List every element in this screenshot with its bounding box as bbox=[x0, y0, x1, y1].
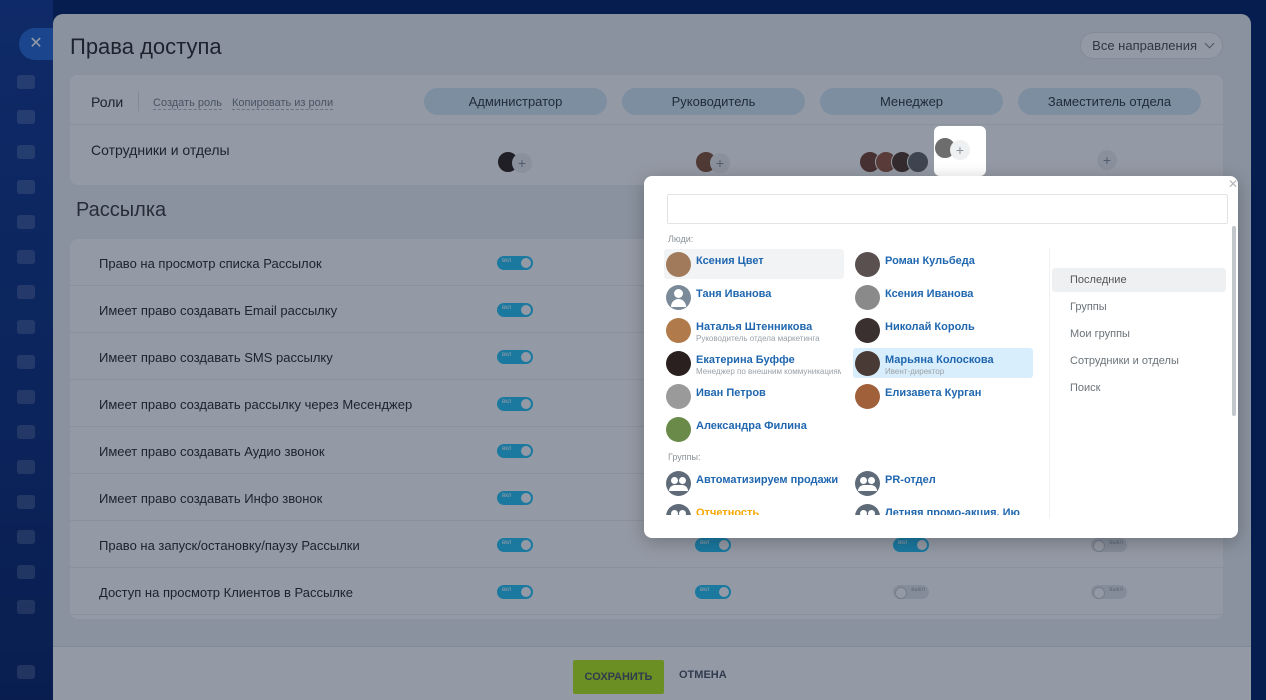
selector-tab[interactable]: Поиск bbox=[1052, 376, 1226, 400]
person-name: Таня Иванова bbox=[696, 288, 772, 300]
group-item[interactable]: Летняя промо-акция. Ию bbox=[853, 501, 1033, 515]
person-item[interactable]: Ксения Цвет bbox=[664, 249, 844, 279]
person-name: Екатерина Буффе bbox=[696, 354, 795, 366]
person-position: Ивент-директор bbox=[885, 367, 945, 376]
person-position: Менеджер по внешним коммуникациям bbox=[696, 367, 841, 376]
avatar bbox=[666, 351, 691, 376]
person-item[interactable]: Александра Филина bbox=[664, 414, 844, 444]
person-item[interactable]: Наталья Штенникова Руководитель отдела ма… bbox=[664, 315, 844, 345]
avatar bbox=[666, 252, 691, 277]
person-name: Александра Филина bbox=[696, 420, 807, 432]
group-icon bbox=[666, 471, 691, 496]
person-item[interactable]: Марьяна Колоскова Ивент-директор bbox=[853, 348, 1033, 378]
group-item[interactable]: Автоматизируем продажи bbox=[664, 468, 844, 498]
person-name: Ксения Иванова bbox=[885, 288, 974, 300]
group-icon bbox=[855, 504, 880, 515]
person-name: Ксения Цвет bbox=[696, 255, 764, 267]
avatar bbox=[666, 318, 691, 343]
scrollbar[interactable] bbox=[1232, 226, 1236, 416]
group-item[interactable]: Отчетность bbox=[664, 501, 844, 515]
selector-tab[interactable]: Мои группы bbox=[1052, 322, 1226, 346]
search-input[interactable] bbox=[667, 194, 1228, 224]
close-icon[interactable]: ✕ bbox=[1228, 177, 1238, 191]
group-name: Отчетность bbox=[696, 507, 760, 515]
person-item[interactable]: Елизавета Курган bbox=[853, 381, 1033, 411]
avatar bbox=[855, 252, 880, 277]
avatar bbox=[666, 285, 691, 310]
people-label: Люди: bbox=[668, 234, 694, 244]
avatar bbox=[666, 384, 691, 409]
person-name: Николай Король bbox=[885, 321, 975, 333]
active-add-cell: + bbox=[934, 126, 986, 176]
avatar bbox=[666, 417, 691, 442]
person-position: Руководитель отдела маркетинга bbox=[696, 334, 820, 343]
person-name: Роман Кульбеда bbox=[885, 255, 975, 267]
group-item[interactable]: PR-отдел bbox=[853, 468, 1033, 498]
person-name: Иван Петров bbox=[696, 387, 766, 399]
avatar bbox=[855, 351, 880, 376]
group-icon bbox=[666, 504, 691, 515]
person-item[interactable]: Иван Петров bbox=[664, 381, 844, 411]
person-item[interactable]: Николай Король bbox=[853, 315, 1033, 345]
person-item[interactable]: Ксения Иванова bbox=[853, 282, 1033, 312]
divider bbox=[1049, 248, 1050, 518]
person-name: Наталья Штенникова bbox=[696, 321, 813, 333]
person-name: Елизавета Курган bbox=[885, 387, 982, 399]
selector-tab[interactable]: Сотрудники и отделы bbox=[1052, 349, 1226, 373]
person-item[interactable]: Роман Кульбеда bbox=[853, 249, 1033, 279]
group-name: Автоматизируем продажи bbox=[696, 474, 839, 486]
group-icon bbox=[855, 471, 880, 496]
entity-selector-popup: ✕ Люди: Ксения Цвет Роман Кульбеда Таня Ив… bbox=[644, 176, 1238, 538]
add-member-button[interactable]: + bbox=[950, 140, 970, 160]
person-item[interactable]: Екатерина Буффе Менеджер по внешним комму… bbox=[664, 348, 844, 378]
group-name: PR-отдел bbox=[885, 474, 936, 486]
groups-label: Группы: bbox=[668, 452, 701, 462]
selector-tab[interactable]: Группы bbox=[1052, 295, 1226, 319]
person-item[interactable]: Таня Иванова bbox=[664, 282, 844, 312]
group-name: Летняя промо-акция. Ию bbox=[885, 507, 1020, 515]
selector-tab[interactable]: Последние bbox=[1052, 268, 1226, 292]
person-name: Марьяна Колоскова bbox=[885, 354, 994, 366]
avatar bbox=[855, 384, 880, 409]
avatar bbox=[855, 285, 880, 310]
avatar bbox=[855, 318, 880, 343]
